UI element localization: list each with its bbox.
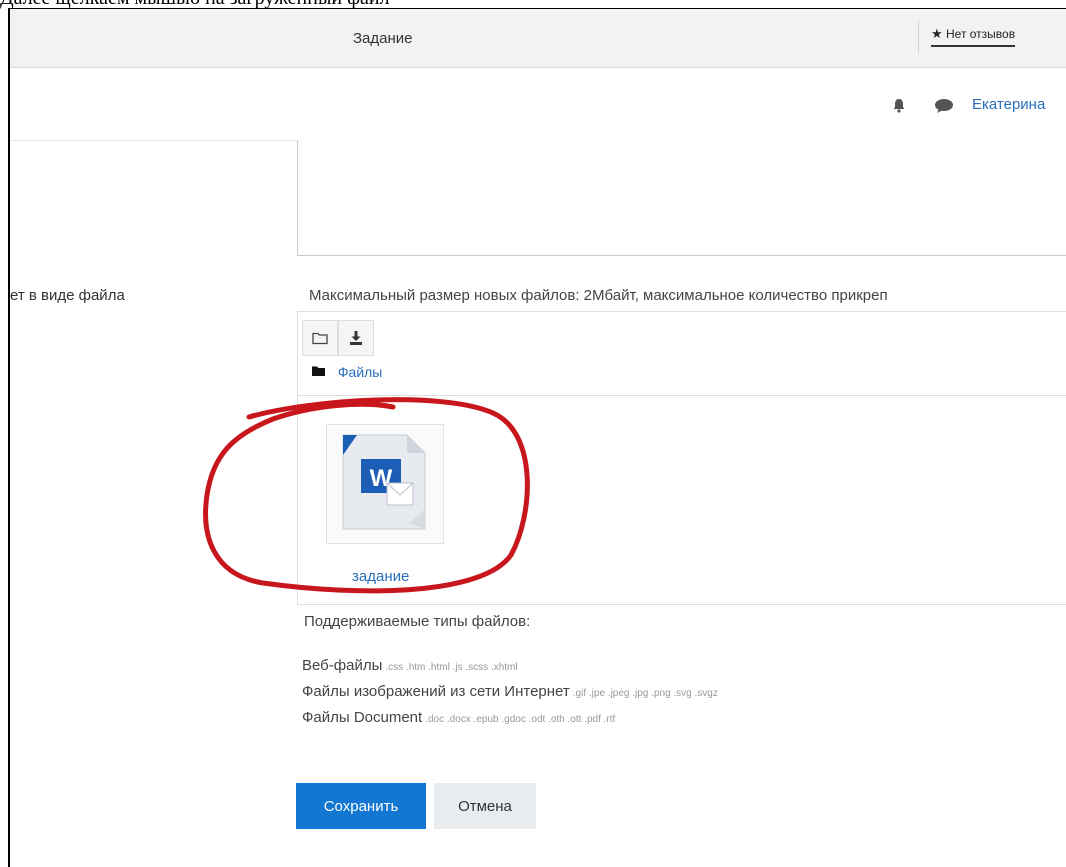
header-divider <box>918 21 919 53</box>
folder-filled-icon <box>312 366 325 376</box>
word-document-icon: W <box>342 434 426 530</box>
file-type-label: Файлы изображений из сети Интернет <box>302 683 570 700</box>
user-menu-name[interactable]: Екатерина <box>972 96 1045 113</box>
file-type-label: Файлы Document <box>302 709 423 726</box>
cancel-button[interactable]: Отмена <box>434 783 536 829</box>
bell-icon[interactable] <box>892 98 906 118</box>
instruction-caption: Далее щелкаем мышью на загруженный файл <box>0 0 1066 8</box>
file-type-extensions: .doc .docx .epub .gdoc .odt .oth .ott .p… <box>425 714 616 725</box>
top-navbar: Екатерина <box>10 68 1066 141</box>
page-title: Задание <box>353 30 413 47</box>
star-icon: ★ <box>931 26 943 41</box>
download-all-button[interactable] <box>338 320 374 356</box>
file-manager-divider <box>298 395 1066 396</box>
file-type-extensions: .css .htm .html .js .scss .xhtml <box>385 662 518 673</box>
file-type-extensions: .gif .jpe .jpeg .jpg .png .svg .svgz <box>572 688 718 699</box>
uploaded-file-name[interactable]: задание <box>352 568 409 585</box>
file-type-row: Файлы Document .doc .docx .epub .gdoc .od… <box>302 709 615 726</box>
file-type-row: Файлы изображений из сети Интернет .gif .… <box>302 683 718 700</box>
file-manager: Файлы W задание <box>297 311 1066 605</box>
supported-types-title: Поддерживаемые типы файлов: <box>304 613 531 630</box>
page-header: Задание ★ Нет отзывов <box>10 9 1066 68</box>
breadcrumb-files-link[interactable]: Файлы <box>338 364 382 380</box>
folder-icon <box>312 332 328 345</box>
save-button[interactable]: Сохранить <box>296 783 426 829</box>
file-type-label: Веб-файлы <box>302 657 383 674</box>
reviews-link[interactable]: ★ Нет отзывов <box>931 26 1016 47</box>
file-submission-label: ет в виде файла <box>10 287 125 304</box>
uploaded-file-tile[interactable]: W <box>326 424 444 544</box>
reviews-label: Нет отзывов <box>946 27 1016 41</box>
max-size-note: Максимальный размер новых файлов: 2Мбайт… <box>309 287 888 304</box>
file-type-row: Веб-файлы .css .htm .html .js .scss .xhtm… <box>302 657 518 674</box>
breadcrumb: Файлы <box>312 364 382 380</box>
online-text-area[interactable] <box>297 140 1066 256</box>
create-folder-button[interactable] <box>302 320 338 356</box>
browser-frame: Задание ★ Нет отзывов Екатерина ет в вид… <box>8 8 1066 867</box>
chat-icon[interactable] <box>934 98 954 119</box>
download-icon <box>350 331 362 345</box>
